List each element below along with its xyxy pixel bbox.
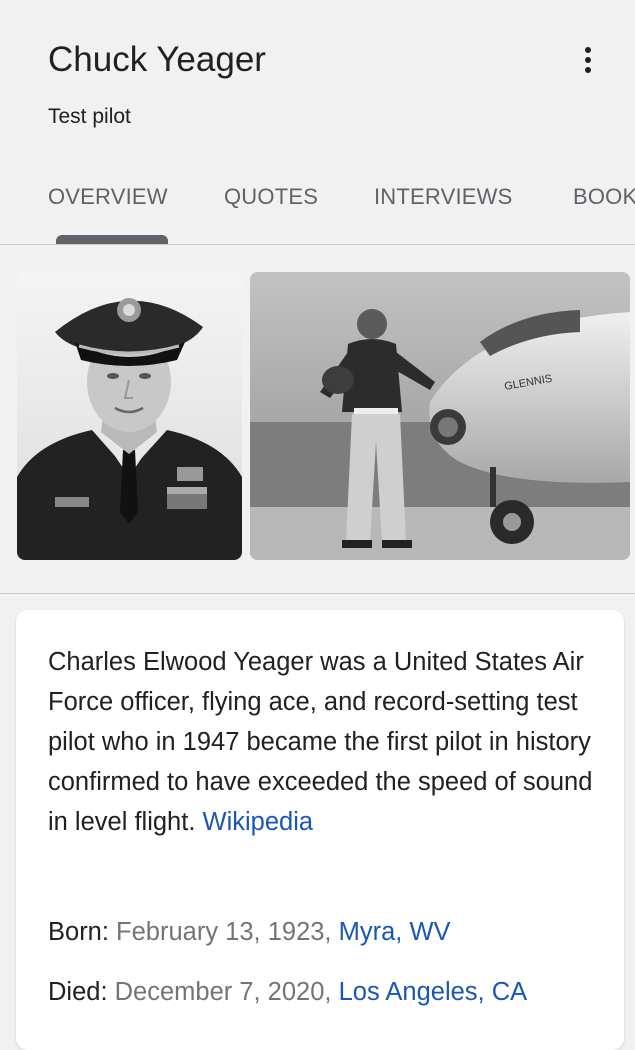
died-date: December 7, 2020, (114, 978, 332, 1006)
description-text: Charles Elwood Yeager was a United State… (48, 648, 593, 836)
portrait-illustration (17, 272, 242, 560)
active-tab-indicator (56, 235, 168, 244)
image-strip: GLENNIS (0, 245, 635, 594)
died-fact: Died: December 7, 2020, Los Angeles, CA (48, 978, 527, 1007)
died-label: Died: (48, 978, 108, 1006)
more-vert-icon (585, 47, 591, 53)
plane-photo[interactable]: GLENNIS (250, 272, 630, 560)
born-label: Born: (48, 918, 109, 946)
portrait-photo[interactable] (17, 272, 242, 560)
born-fact: Born: February 13, 1923, Myra, WV (48, 918, 451, 947)
entity-title: Chuck Yeager (48, 40, 266, 79)
plane-illustration: GLENNIS (250, 272, 630, 560)
wikipedia-link[interactable]: Wikipedia (203, 808, 314, 836)
entity-subtitle: Test pilot (48, 105, 131, 128)
more-options-button[interactable] (570, 40, 606, 80)
entity-description: Charles Elwood Yeager was a United State… (48, 642, 608, 842)
tab-interviews[interactable]: INTERVIEWS (374, 184, 513, 210)
tab-quotes[interactable]: QUOTES (224, 184, 318, 210)
died-place-link[interactable]: Los Angeles, CA (339, 978, 528, 1006)
knowledge-card: Charles Elwood Yeager was a United State… (16, 610, 624, 1050)
born-date: February 13, 1923, (116, 918, 332, 946)
entity-header: Chuck Yeager Test pilot OVERVIEW QUOTES … (0, 0, 635, 245)
tab-overview[interactable]: OVERVIEW (48, 184, 168, 210)
born-place-link[interactable]: Myra, WV (339, 918, 451, 946)
tab-books[interactable]: BOOK (573, 184, 635, 210)
